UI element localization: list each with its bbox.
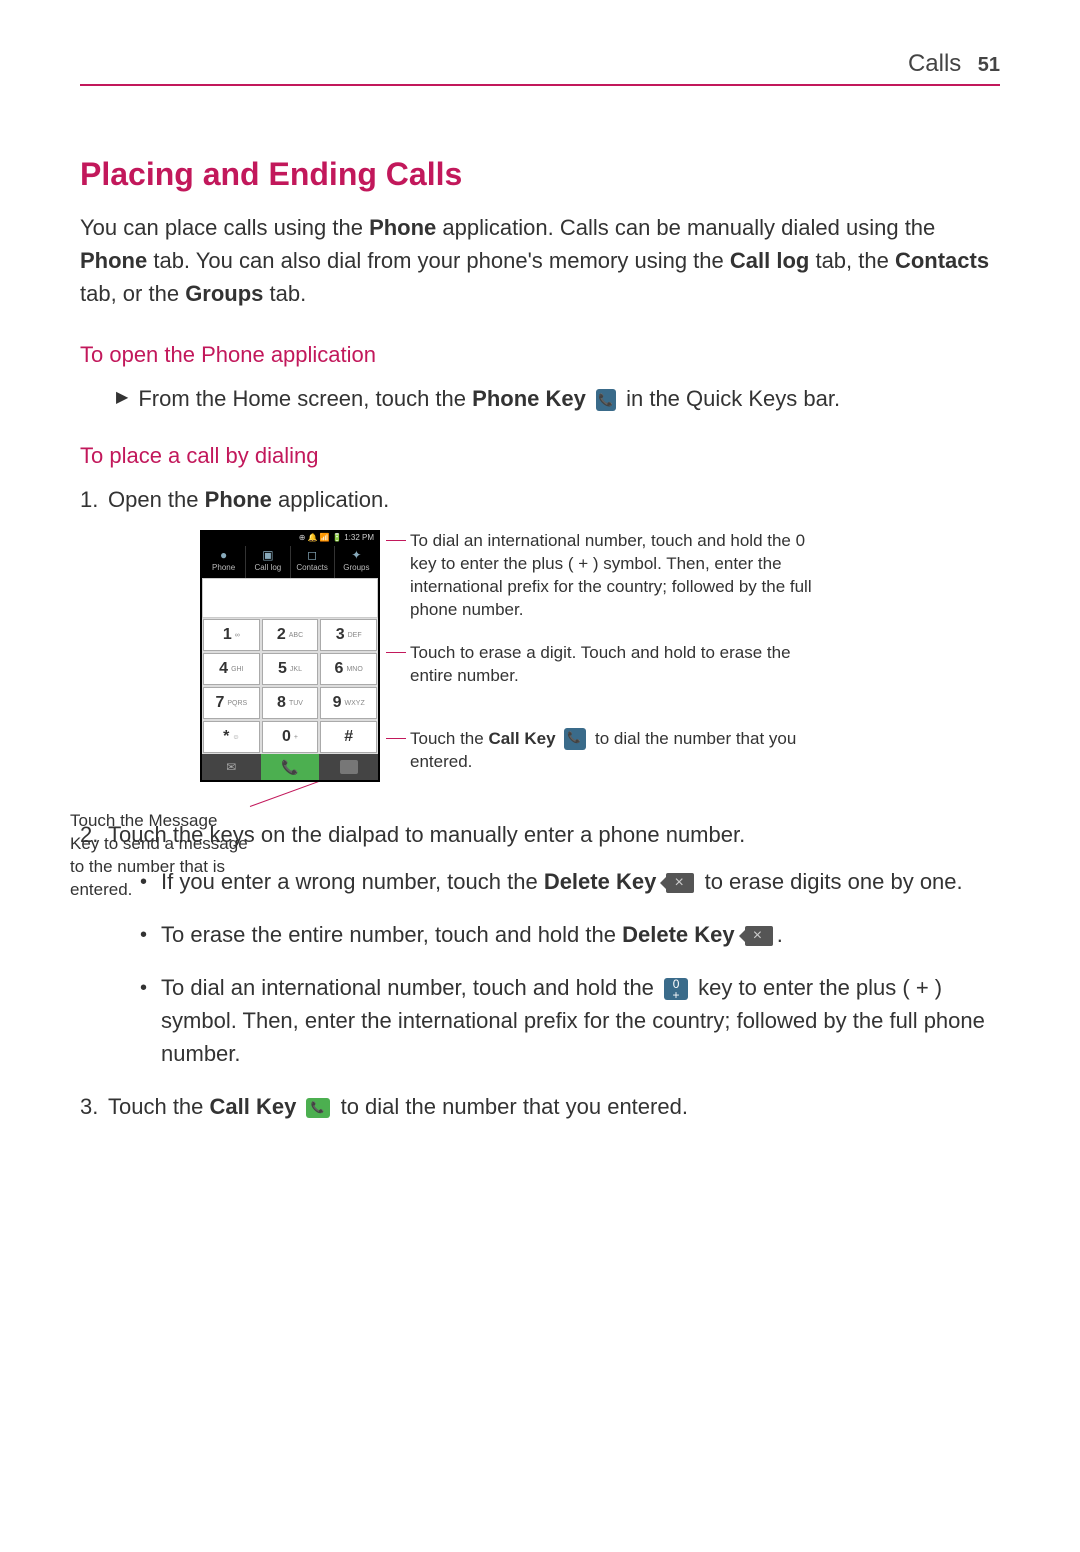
key-3: 3DEF xyxy=(320,619,377,651)
key-7: 7PQRS xyxy=(203,687,260,719)
bullet-erase-all: • To erase the entire number, touch and … xyxy=(140,918,1000,951)
right-callouts: To dial an international number, touch a… xyxy=(410,530,830,794)
bullet-dot-icon: • xyxy=(140,973,147,1003)
delete-key-icon xyxy=(745,926,773,946)
key-8: 8TUV xyxy=(262,687,319,719)
key-hash: # xyxy=(320,721,377,753)
action-row: ✉ 📞 xyxy=(202,754,378,780)
key-9: 9WXYZ xyxy=(320,687,377,719)
open-phone-step: ▶ From the Home screen, touch the Phone … xyxy=(116,382,1000,415)
key-5: 5JKL xyxy=(262,653,319,685)
callout-call-key: Touch the Call Key to dial the number th… xyxy=(410,728,830,774)
key-6: 6MNO xyxy=(320,653,377,685)
dialer-screenshot-figure: Touch the Message Key to send a message … xyxy=(200,530,1000,794)
key-2: 2ABC xyxy=(262,619,319,651)
tab-groups: ✦Groups xyxy=(335,546,378,578)
step-1: 1. Open the Phone application. xyxy=(80,483,1000,516)
page-title: Placing and Ending Calls xyxy=(80,156,1000,193)
key-1: 1∞ xyxy=(203,619,260,651)
zero-plus-key-icon: 0+ xyxy=(664,978,688,1000)
callout-message-key: Touch the Message Key to send a message … xyxy=(70,810,250,902)
step-3: 3. Touch the Call Key to dial the number… xyxy=(80,1090,1000,1123)
step-2-bullets: • If you enter a wrong number, touch the… xyxy=(140,865,1000,1070)
subheading-open-phone: To open the Phone application xyxy=(80,342,1000,368)
section-name: Calls xyxy=(908,50,961,77)
dialpad: 1∞ 2ABC 3DEF 4GHI 5JKL 6MNO 7PQRS 8TUV 9… xyxy=(202,618,378,754)
callout-international: To dial an international number, touch a… xyxy=(410,530,830,622)
page-number: 51 xyxy=(978,54,1000,76)
triangle-bullet-icon: ▶ xyxy=(116,386,128,410)
phone-screenshot: ⊕ 🔔 📶 🔋 1:32 PM ●Phone ▣Call log ◻Contac… xyxy=(200,530,380,782)
tab-bar: ●Phone ▣Call log ◻Contacts ✦Groups xyxy=(202,546,378,578)
delete-key xyxy=(319,754,378,780)
call-key: 📞 xyxy=(261,754,320,780)
callout-erase: Touch to erase a digit. Touch and hold t… xyxy=(410,642,830,688)
delete-key-icon xyxy=(666,873,694,893)
subheading-place-call: To place a call by dialing xyxy=(80,443,1000,469)
page-header: Calls 51 xyxy=(80,50,1000,86)
status-bar: ⊕ 🔔 📶 🔋 1:32 PM xyxy=(202,532,378,546)
intro-paragraph: You can place calls using the Phone appl… xyxy=(80,211,1000,310)
key-0: 0+ xyxy=(262,721,319,753)
number-display xyxy=(202,578,378,618)
phone-key-icon xyxy=(596,389,616,411)
tab-phone: ●Phone xyxy=(202,546,246,578)
call-key-icon xyxy=(306,1098,330,1118)
bullet-wrong-number: • If you enter a wrong number, touch the… xyxy=(140,865,1000,898)
tab-call-log: ▣Call log xyxy=(246,546,290,578)
tab-contacts: ◻Contacts xyxy=(291,546,335,578)
bullet-international: • To dial an international number, touch… xyxy=(140,971,1000,1070)
key-4: 4GHI xyxy=(203,653,260,685)
message-key: ✉ xyxy=(202,754,261,780)
bullet-dot-icon: • xyxy=(140,920,147,950)
call-key-icon xyxy=(564,728,586,750)
key-star: *☺ xyxy=(203,721,260,753)
